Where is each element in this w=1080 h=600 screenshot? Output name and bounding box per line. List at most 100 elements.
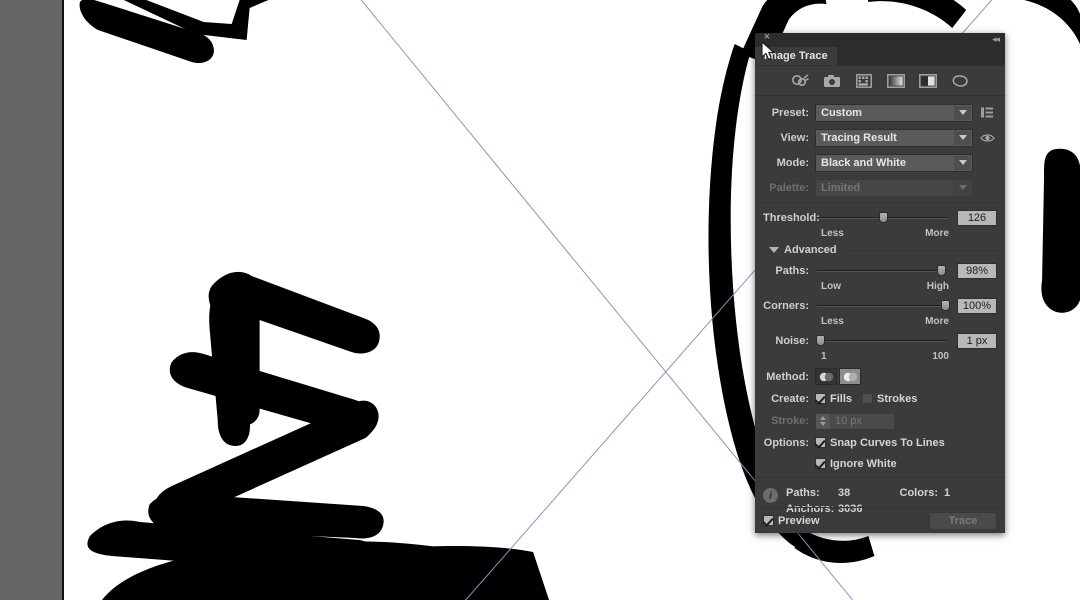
paths-slider-knob[interactable]	[936, 265, 946, 276]
snap-curves-checkbox-box[interactable]	[815, 437, 826, 448]
method-abutting-button[interactable]	[815, 368, 837, 385]
tab-empty-area	[836, 47, 1005, 65]
view-dropdown[interactable]: Tracing Result	[815, 128, 973, 147]
fills-checkbox-box[interactable]	[815, 393, 826, 404]
paths-label: Paths:	[775, 265, 809, 277]
view-value: Tracing Result	[821, 131, 897, 144]
threshold-value[interactable]: 126	[957, 210, 997, 226]
preset-dropdown[interactable]: Custom	[815, 103, 973, 122]
create-row[interactable]: Create: Fills Strokes	[763, 389, 997, 408]
ignore-white-label: Ignore White	[830, 457, 897, 470]
options-row[interactable]: Options: Snap Curves To Lines	[763, 433, 997, 452]
noise-scale-high: 100	[932, 351, 949, 362]
low-color-icon[interactable]	[854, 72, 874, 90]
divider	[763, 202, 997, 203]
outline-icon[interactable]	[950, 72, 970, 90]
panel-titlebar[interactable]: × ◂◂	[755, 31, 1005, 47]
fills-checkbox[interactable]: Fills	[815, 393, 852, 405]
eye-icon[interactable]	[977, 133, 997, 143]
status-paths-value: 38	[838, 487, 851, 499]
status-colors-value: 1	[944, 487, 951, 499]
advanced-section-header[interactable]: Advanced	[769, 244, 997, 256]
paths-scale: Low High	[821, 281, 997, 292]
trace-button-label: Trace	[948, 514, 978, 527]
collapse-chevrons-icon[interactable]: ◂◂	[992, 34, 1000, 45]
info-icon: i	[763, 488, 778, 503]
black-and-white-icon[interactable]	[918, 72, 938, 90]
corners-scale-low: Less	[821, 316, 844, 327]
status-paths-label: Paths:	[786, 487, 820, 499]
mode-label: Mode:	[776, 156, 809, 169]
auto-color-icon[interactable]	[790, 72, 810, 90]
threshold-label: Threshold:	[763, 212, 820, 224]
noise-slider[interactable]	[815, 332, 951, 350]
paths-value[interactable]: 98%	[957, 263, 997, 279]
grayscale-icon[interactable]	[886, 72, 906, 90]
corners-row[interactable]: Corners: 100%	[763, 297, 997, 315]
ignore-white-checkbox[interactable]: Ignore White	[815, 458, 897, 470]
corners-slider-knob[interactable]	[940, 300, 950, 311]
strokes-label: Strokes	[877, 392, 918, 405]
preview-checkbox-box[interactable]	[763, 515, 774, 526]
paths-scale-low: Low	[821, 281, 841, 292]
palette-label: Palette:	[769, 181, 809, 194]
stroke-stepper: 10 px	[815, 412, 895, 430]
stroke-value: 10 px	[835, 415, 862, 427]
view-label: View:	[780, 131, 809, 144]
ignore-white-checkbox-box[interactable]	[815, 458, 826, 469]
chevron-down-icon[interactable]	[954, 105, 971, 120]
view-row[interactable]: View: Tracing Result	[763, 127, 997, 148]
threshold-row[interactable]: Threshold: 126	[763, 209, 997, 227]
trace-button[interactable]: Trace	[929, 511, 997, 530]
noise-scale-low: 1	[821, 351, 827, 362]
noise-value[interactable]: 1 px	[957, 333, 997, 349]
corners-slider[interactable]	[815, 297, 951, 315]
status-line-paths: Paths: 38 Colors: 1	[786, 485, 997, 501]
tab-image-trace[interactable]: Image Trace	[755, 47, 837, 65]
noise-row[interactable]: Noise: 1 px	[763, 332, 997, 350]
close-icon[interactable]: ×	[761, 31, 773, 43]
create-label: Create:	[771, 392, 809, 405]
mode-dropdown[interactable]: Black and White	[815, 153, 973, 172]
noise-scale: 1 100	[821, 351, 997, 362]
stroke-label: Stroke:	[771, 415, 809, 427]
panel-menu-icon[interactable]	[977, 107, 997, 118]
noise-slider-track[interactable]	[817, 340, 947, 342]
threshold-slider[interactable]	[815, 209, 951, 227]
panel-tab-bar[interactable]: Image Trace	[755, 47, 1005, 66]
paths-scale-high: High	[926, 281, 949, 292]
palette-dropdown: Limited	[815, 178, 973, 197]
ignore-white-row[interactable]: Ignore White	[763, 454, 997, 473]
chevron-down-icon[interactable]	[954, 155, 971, 170]
corners-value[interactable]: 100%	[957, 298, 997, 314]
method-row[interactable]: Method:	[763, 367, 997, 386]
noise-slider-knob[interactable]	[816, 335, 826, 346]
chevron-down-icon	[954, 180, 971, 195]
preview-checkbox[interactable]: Preview	[763, 515, 820, 527]
image-trace-panel[interactable]: × ◂◂ Image Trace Preset: Custom View: Tr…	[755, 31, 1005, 533]
snap-curves-label: Snap Curves To Lines	[830, 436, 945, 449]
threshold-slider-knob[interactable]	[878, 212, 888, 223]
preset-row[interactable]: Preset: Custom	[763, 102, 997, 123]
paths-row[interactable]: Paths: 98%	[763, 262, 997, 280]
paths-slider[interactable]	[815, 262, 951, 280]
chevron-down-icon[interactable]	[954, 130, 971, 145]
method-overlapping-button[interactable]	[839, 368, 861, 385]
high-color-icon[interactable]	[822, 72, 842, 90]
mode-value: Black and White	[821, 156, 906, 169]
corners-scale-high: More	[925, 316, 949, 327]
panel-footer[interactable]: Preview Trace	[755, 507, 1005, 533]
snap-curves-checkbox[interactable]: Snap Curves To Lines	[815, 437, 945, 449]
threshold-scale-low: Less	[821, 228, 844, 239]
strokes-checkbox-box[interactable]	[862, 393, 874, 404]
trace-mode-button-bar[interactable]	[755, 66, 1005, 96]
palette-value: Limited	[821, 181, 861, 194]
options-label: Options:	[763, 436, 809, 449]
triangle-down-icon[interactable]	[769, 247, 779, 253]
stepper-arrows-icon	[816, 413, 830, 429]
mode-row[interactable]: Mode: Black and White	[763, 152, 997, 173]
paths-slider-track[interactable]	[817, 270, 947, 272]
strokes-checkbox[interactable]: Strokes	[862, 393, 917, 405]
corners-slider-track[interactable]	[817, 305, 947, 307]
noise-label: Noise:	[775, 335, 809, 347]
